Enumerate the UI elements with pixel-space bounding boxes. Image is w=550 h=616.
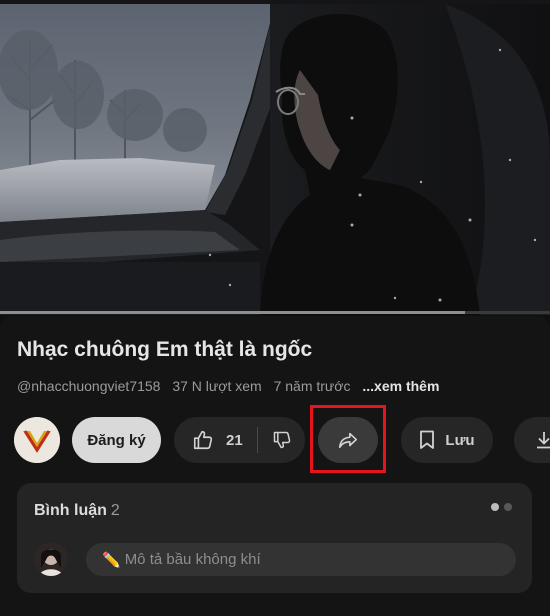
comment-input[interactable]: ✏️ Mô tả bầu không khí bbox=[86, 543, 516, 576]
video-progress-bar[interactable] bbox=[0, 311, 550, 314]
like-button[interactable]: 21 bbox=[174, 417, 257, 463]
carousel-dot bbox=[504, 503, 512, 511]
thumbs-down-icon bbox=[273, 431, 290, 449]
save-label: Lưu bbox=[445, 431, 475, 449]
like-count: 21 bbox=[226, 431, 243, 449]
video-thumbnail bbox=[0, 0, 550, 315]
user-avatar bbox=[34, 542, 68, 576]
download-icon bbox=[537, 432, 550, 449]
comments-title: Bình luận bbox=[34, 502, 107, 519]
video-title: Nhạc chuông Em thật là ngốc bbox=[17, 338, 313, 361]
comments-header: Bình luận 2 bbox=[34, 502, 120, 520]
pencil-icon: ✏️ bbox=[102, 551, 121, 569]
channel-avatar[interactable] bbox=[14, 417, 60, 463]
show-more-link[interactable]: ...xem thêm bbox=[362, 378, 439, 394]
video-player[interactable] bbox=[0, 0, 550, 315]
user-avatar-image bbox=[34, 542, 68, 576]
bookmark-icon bbox=[420, 430, 435, 449]
comments-card[interactable]: Bình luận 2 ✏️ Mô tả bầu không khí bbox=[17, 483, 532, 593]
video-progress-fill bbox=[0, 311, 465, 314]
video-meta: @nhacchuongviet7158 37 N lượt xem 7 năm … bbox=[17, 378, 447, 394]
action-row: Đăng ký 21 Lưu bbox=[0, 415, 550, 465]
carousel-dot-active bbox=[491, 503, 499, 511]
dislike-button[interactable] bbox=[258, 417, 292, 463]
channel-handle[interactable]: @nhacchuongviet7158 bbox=[17, 378, 160, 394]
comment-input-placeholder: Mô tả bầu không khí bbox=[124, 551, 261, 568]
thumbs-up-icon bbox=[193, 430, 213, 450]
upload-age: 7 năm trước bbox=[273, 378, 351, 394]
download-button[interactable] bbox=[514, 417, 550, 463]
like-dislike-group: 21 bbox=[174, 417, 305, 463]
channel-logo-icon bbox=[14, 417, 60, 463]
save-button[interactable]: Lưu bbox=[401, 417, 493, 463]
comments-count: 2 bbox=[110, 502, 120, 519]
view-count: 37 N lượt xem bbox=[172, 378, 262, 394]
carousel-dots bbox=[491, 503, 512, 511]
share-highlight-box bbox=[310, 405, 386, 473]
subscribe-button[interactable]: Đăng ký bbox=[72, 417, 161, 463]
